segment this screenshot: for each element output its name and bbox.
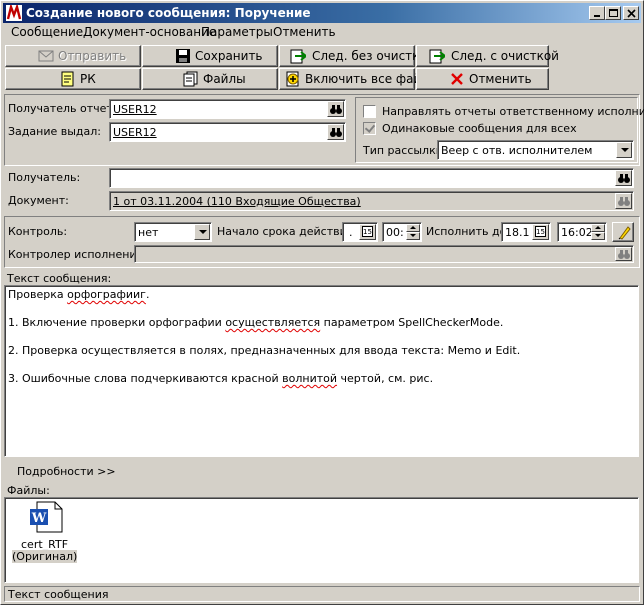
menu-base-document[interactable]: Документ-основание: [83, 25, 216, 39]
controller-lookup-button[interactable]: [615, 247, 632, 261]
next-document-clear-icon: [429, 49, 445, 64]
spelling-error: волнитой: [282, 372, 338, 385]
message-editor[interactable]: Проверка орфографииг. 1. Включение прове…: [4, 285, 639, 457]
send-icon: [38, 50, 54, 62]
next-with-clear-button[interactable]: След. с очисткой: [416, 45, 559, 67]
control-label: Контроль:: [8, 225, 68, 238]
app-window: Создание нового сообщения: Поручение Соо…: [0, 0, 644, 605]
start-date-calendar-button[interactable]: 15: [359, 224, 376, 240]
files-label: Файлы:: [7, 484, 50, 497]
close-button[interactable]: [623, 6, 639, 20]
maximize-icon: [609, 9, 618, 17]
same-messages-checkbox[interactable]: [363, 122, 376, 135]
binoculars-icon: [618, 250, 630, 259]
spin-up-icon[interactable]: [591, 224, 605, 232]
save-button[interactable]: Сохранить: [142, 45, 278, 67]
calendar-icon: 15: [535, 226, 546, 237]
title-bar[interactable]: Создание нового сообщения: Поручение: [3, 3, 641, 23]
document-lookup-button[interactable]: [615, 193, 632, 209]
chevron-down-icon[interactable]: [194, 224, 210, 240]
binoculars-icon: [618, 174, 630, 183]
menu-message[interactable]: Сообщение: [11, 25, 83, 39]
controller-label: Контролер исполнения:: [8, 248, 147, 261]
maximize-button[interactable]: [605, 6, 621, 20]
rk-button[interactable]: РК: [5, 68, 141, 90]
send-button[interactable]: Отправить: [5, 45, 141, 67]
next-without-clear-button[interactable]: След. без очистки: [279, 45, 427, 67]
file-note: (Оригинал): [12, 550, 78, 563]
registration-card-icon: [61, 71, 74, 87]
recipient-field[interactable]: [109, 168, 634, 188]
minimize-button[interactable]: [589, 6, 605, 20]
menu-cancel[interactable]: Отменить: [273, 25, 336, 39]
start-date-label: Начало срока действия:: [217, 225, 358, 238]
status-bar: Текст сообщения: [4, 586, 640, 602]
issued-by-field[interactable]: USER12: [109, 122, 346, 142]
document-label: Документ:: [8, 194, 69, 207]
issued-by-label: Задание выдал:: [8, 125, 101, 138]
next-document-icon: [290, 49, 306, 64]
report-recipient-lookup-button[interactable]: [327, 101, 344, 117]
files-list: W cert_RTF (Оригинал): [4, 497, 639, 583]
due-action-button[interactable]: [612, 222, 634, 242]
spin-up-icon[interactable]: [406, 224, 420, 232]
mailing-type-label: Тип рассылки:: [363, 144, 447, 157]
start-time-field[interactable]: 00:: [382, 222, 422, 242]
due-time-spinner[interactable]: [591, 224, 605, 240]
cancel-button[interactable]: Отменить: [416, 68, 549, 90]
due-date-label: Исполнить до:: [426, 225, 510, 238]
chevron-down-icon[interactable]: [616, 142, 632, 158]
minimize-icon: [594, 15, 600, 17]
include-all-files-button[interactable]: Включить все файлы: [279, 68, 438, 90]
controller-field: [134, 245, 634, 263]
same-messages-label: Одинаковые сообщения для всех: [382, 122, 577, 135]
app-logo-icon: [6, 5, 22, 21]
message-line: 3. Ошибочные слова подчеркиваются красно…: [8, 372, 434, 385]
status-text: Текст сообщения: [8, 588, 109, 601]
issued-by-lookup-button[interactable]: [327, 124, 344, 140]
message-label: Текст сообщения:: [7, 272, 112, 285]
pen-icon: [618, 226, 631, 240]
binoculars-icon: [618, 197, 630, 206]
menu-parameters[interactable]: Параметры: [201, 25, 273, 39]
send-reports-checkbox[interactable]: [363, 105, 376, 118]
svg-text:W: W: [31, 511, 47, 526]
menu-bar: Сообщение Документ-основание Параметры О…: [3, 23, 641, 42]
save-icon: [176, 49, 190, 63]
start-date-field[interactable]: . 15: [342, 222, 378, 242]
details-toggle[interactable]: Подробности >>: [17, 465, 116, 478]
start-time-spinner[interactable]: [406, 224, 420, 240]
due-date-field[interactable]: 18.1 15: [501, 222, 551, 242]
binoculars-icon: [330, 128, 342, 137]
send-reports-label: Направлять отчеты ответственному исполни…: [382, 105, 644, 118]
due-time-field[interactable]: 16:02: [557, 222, 607, 242]
document-field: 1 от 03.11.2004 (110 Входящие Общества): [109, 191, 634, 211]
mailing-type-select[interactable]: Веер с отв. исполнителем: [437, 140, 634, 160]
spin-down-icon[interactable]: [406, 232, 420, 240]
window-title: Создание нового сообщения: Поручение: [26, 6, 311, 20]
cancel-x-icon: [451, 73, 463, 85]
control-select[interactable]: нет: [134, 222, 212, 242]
word-document-icon: W: [30, 501, 63, 533]
spin-down-icon[interactable]: [591, 232, 605, 240]
recipient-label: Получатель:: [8, 171, 81, 184]
report-recipient-field[interactable]: USER12: [109, 99, 346, 119]
files-icon: [183, 71, 198, 87]
due-date-calendar-button[interactable]: 15: [532, 224, 549, 240]
message-line: Проверка орфографииг.: [8, 288, 150, 301]
files-button[interactable]: Файлы: [142, 68, 278, 90]
message-line: 1. Включение проверки орфографии осущест…: [8, 316, 504, 329]
spelling-error: осуществляется: [225, 316, 321, 329]
binoculars-icon: [330, 105, 342, 114]
close-icon: [627, 9, 636, 18]
message-line: 2. Проверка осуществляется в полях, пред…: [8, 344, 521, 357]
calendar-icon: 15: [362, 226, 373, 237]
spelling-error: орфографииг: [67, 288, 146, 301]
file-item[interactable]: W cert_RTF (Оригинал): [12, 501, 79, 567]
add-files-icon: [286, 71, 299, 87]
report-recipient-label: Получатель отчета:: [8, 102, 124, 115]
recipient-lookup-button[interactable]: [615, 170, 632, 186]
